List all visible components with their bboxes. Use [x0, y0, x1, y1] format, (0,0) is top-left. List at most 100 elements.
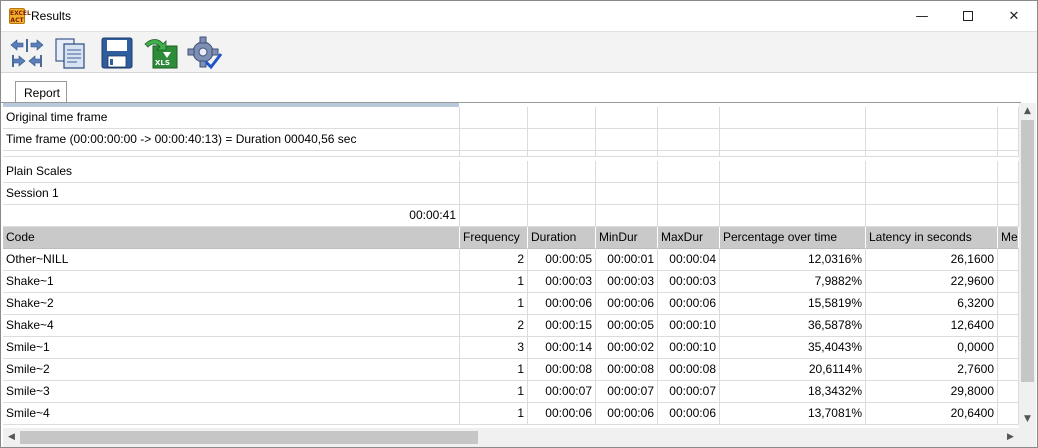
column-header[interactable]: MinDur [596, 227, 658, 249]
toolbar: XLS [1, 31, 1037, 73]
grid-cell [460, 107, 528, 129]
value-cell: 00:00:07 [658, 381, 720, 403]
grid-cell [998, 107, 1019, 129]
grid-cell [658, 151, 720, 157]
grid-cell [866, 183, 998, 205]
grid-cell [596, 151, 658, 157]
grid-cell [720, 183, 866, 205]
vertical-scrollbar[interactable]: ▲ ▼ [1019, 103, 1036, 428]
grid-cell [720, 151, 866, 157]
column-header[interactable]: Latency in seconds [866, 227, 998, 249]
grid-cell [998, 183, 1019, 205]
settings-gear-check-icon [187, 36, 223, 70]
value-cell: 00:00:06 [528, 293, 596, 315]
table-row[interactable]: Smile~2 1 00:00:08 00:00:08 00:00:08 20,6114%… [3, 359, 1019, 381]
grid-cell [998, 315, 1019, 337]
table-row[interactable]: Shake~1 1 00:00:03 00:00:03 00:00:03 7,9882% 2… [3, 271, 1019, 293]
value-cell: 00:00:03 [528, 271, 596, 293]
app-icon: EXCEL ACT [9, 8, 31, 24]
export-xls-button[interactable]: XLS [143, 36, 179, 70]
column-header[interactable]: Percentage over time [720, 227, 866, 249]
grid-cell [460, 151, 528, 157]
report-info-row: Original time frame [3, 107, 1019, 129]
value-cell: 15,5819% [720, 293, 866, 315]
value-cell: 00:00:06 [658, 403, 720, 425]
copy-button[interactable] [53, 36, 89, 70]
report-info-row: Time frame (00:00:00:00 -> 00:00:40:13) … [3, 129, 1019, 151]
save-button[interactable] [99, 36, 135, 70]
total-time-value: 00:00:41 [3, 205, 460, 227]
arrows-expand-collapse-icon [10, 39, 44, 67]
grid-cell [866, 205, 998, 227]
report-grid[interactable]: Original time frame Time frame (00:00:00:… [3, 103, 1019, 428]
value-cell: 20,6114% [720, 359, 866, 381]
value-cell: 00:00:06 [528, 403, 596, 425]
grid-cell [460, 161, 528, 183]
grid-cell [528, 205, 596, 227]
scroll-up-icon[interactable]: ▲ [1019, 103, 1036, 120]
value-cell: 00:00:03 [658, 271, 720, 293]
value-cell: 2 [460, 249, 528, 271]
horizontal-scroll-thumb[interactable] [20, 431, 478, 444]
grid-cell [998, 359, 1019, 381]
grid-cell [998, 151, 1019, 157]
horizontal-scrollbar[interactable]: ◀ ▶ [3, 428, 1019, 447]
tab-report[interactable]: Report [15, 81, 67, 103]
value-cell: 3 [460, 337, 528, 359]
scroll-down-icon[interactable]: ▼ [1019, 411, 1036, 428]
grid-cell [596, 107, 658, 129]
grid-cell [528, 129, 596, 151]
code-cell: Smile~2 [3, 359, 460, 381]
table-row[interactable]: Other~NILL 2 00:00:05 00:00:01 00:00:04 12,03… [3, 249, 1019, 271]
table-row[interactable]: Smile~1 3 00:00:14 00:00:02 00:00:10 35,4043%… [3, 337, 1019, 359]
results-window: EXCEL ACT Results — ✕ XLS Report Origina… [0, 0, 1038, 448]
column-header[interactable]: Duration [528, 227, 596, 249]
grid-cell [596, 205, 658, 227]
grid-cell [866, 107, 998, 129]
grid-cell [998, 129, 1019, 151]
report-info-text: Plain Scales [3, 161, 460, 183]
grid-cell [596, 129, 658, 151]
grid-cell [460, 129, 528, 151]
column-header[interactable]: Me [998, 227, 1019, 249]
table-row[interactable]: Smile~4 1 00:00:06 00:00:06 00:00:06 13,7081%… [3, 403, 1019, 425]
column-header[interactable]: Code [3, 227, 460, 249]
title-bar[interactable]: EXCEL ACT Results — ✕ [1, 1, 1037, 31]
value-cell: 7,9882% [720, 271, 866, 293]
settings-button[interactable] [187, 36, 223, 70]
column-header[interactable]: MaxDur [658, 227, 720, 249]
value-cell: 00:00:05 [596, 315, 658, 337]
close-button[interactable]: ✕ [991, 1, 1037, 31]
grid-cell [528, 161, 596, 183]
expand-collapse-button[interactable] [9, 36, 45, 70]
value-cell: 00:00:03 [596, 271, 658, 293]
grid-cell [528, 183, 596, 205]
table-row[interactable]: Shake~4 2 00:00:15 00:00:05 00:00:10 36,5878%… [3, 315, 1019, 337]
value-cell: 13,7081% [720, 403, 866, 425]
scroll-right-icon[interactable]: ▶ [1002, 428, 1019, 447]
save-disk-icon [101, 37, 133, 69]
maximize-icon [963, 11, 973, 21]
grid-cell [596, 183, 658, 205]
column-header-row: Code Frequency Duration MinDur MaxDur Percent… [3, 227, 1019, 249]
scroll-left-icon[interactable]: ◀ [3, 428, 20, 447]
code-cell: Other~NILL [3, 249, 460, 271]
grid-cell [528, 107, 596, 129]
value-cell: 00:00:10 [658, 337, 720, 359]
table-row[interactable]: Shake~2 1 00:00:06 00:00:06 00:00:06 15,5819%… [3, 293, 1019, 315]
grid-cell [866, 161, 998, 183]
maximize-button[interactable] [945, 1, 991, 31]
scrollbar-corner [1019, 428, 1036, 447]
grid-cell [720, 205, 866, 227]
grid-cell [866, 129, 998, 151]
minimize-button[interactable]: — [899, 1, 945, 31]
vertical-scroll-thumb[interactable] [1021, 120, 1034, 382]
table-row[interactable]: Smile~3 1 00:00:07 00:00:07 00:00:07 18,3432%… [3, 381, 1019, 403]
grid-cell [998, 249, 1019, 271]
column-header[interactable]: Frequency [460, 227, 528, 249]
value-cell: 12,0316% [720, 249, 866, 271]
value-cell: 00:00:06 [596, 293, 658, 315]
grid-cell [658, 161, 720, 183]
window-title: Results [31, 9, 72, 23]
value-cell: 1 [460, 359, 528, 381]
